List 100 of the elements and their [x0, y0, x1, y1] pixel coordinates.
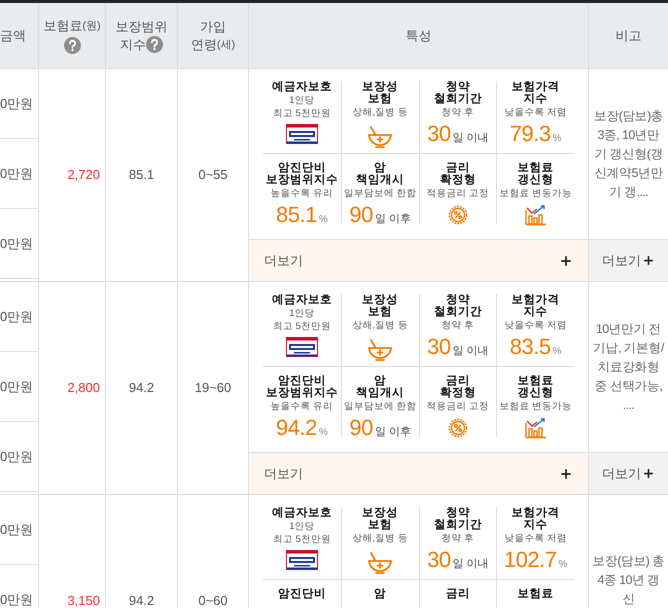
plus-icon [559, 254, 573, 268]
column-header: 금액 [0, 26, 26, 44]
feature-title: 보장성 보험 [362, 507, 398, 531]
protection-badge-icon [286, 337, 318, 357]
value-number: 79.3 [510, 121, 551, 147]
plus-icon [559, 466, 573, 480]
amount-cell-text: 0만원 [0, 520, 34, 539]
feature-caption: 높을수록 유리 [270, 187, 334, 200]
feature-caption: 적용금리 고정 [426, 187, 490, 200]
value-number: 90 [349, 202, 373, 228]
value-unit: % [552, 132, 562, 146]
column-header: 보험료 [43, 16, 82, 35]
column-header: 비고 [616, 26, 642, 44]
value-unit: 일 이내 [452, 344, 489, 359]
feature-caption: 1인당 최고 5천만원 [272, 520, 331, 546]
feature-caption: 낮을수록 저렴 [504, 106, 567, 119]
feature-title: 암 책임개시 [356, 162, 404, 186]
rising-chart-icon [524, 204, 547, 226]
protection-badge-icon [286, 550, 318, 570]
amount-cell-text: 0만원 [0, 234, 34, 253]
premium-cell-text: 3,150 [67, 592, 100, 608]
index-cell-text: 94.2 [128, 379, 154, 398]
feature-title: 청약 철회기간 [434, 294, 482, 318]
feature-title: 보험가격 지수 [512, 81, 560, 105]
feature-title: 암 [374, 588, 386, 600]
value-number: 30 [427, 121, 451, 147]
note-more-button[interactable]: 더보기 [589, 452, 668, 494]
mortar-icon [367, 551, 394, 575]
feature-title: 보험가격 지수 [512, 507, 560, 531]
feature-title: 암진단비 [278, 588, 326, 600]
feature-title: 보험료 [518, 588, 554, 600]
value-number: 90 [349, 415, 373, 441]
value-number: 83.5 [510, 334, 551, 360]
feature-caption: 보험료 변동가능 [499, 187, 572, 200]
plus-icon [642, 467, 655, 480]
amount-cell-text: 0만원 [0, 448, 34, 466]
index-cell-text: 85.1 [128, 166, 154, 184]
value-number: 85.1 [276, 202, 317, 228]
help-icon[interactable] [64, 37, 80, 54]
feature-caption: 상해,질병 등 [352, 319, 408, 332]
feature-caption: 일부담보에 한함 [344, 187, 416, 200]
column-header: 특성 [406, 26, 432, 44]
note-text: 보장(담보) 총 4종 10년 갱신 [592, 552, 665, 608]
rising-chart-icon [524, 417, 547, 439]
feature-title: 보험가격 지수 [512, 294, 560, 318]
index-cell-text: 94.2 [128, 592, 154, 608]
feature-caption: 낮을수록 저렴 [504, 532, 567, 545]
column-header: 보장범위 [116, 18, 168, 36]
more-row-button[interactable]: 더보기 [249, 239, 588, 281]
feature-caption: 청약 후 [442, 532, 474, 545]
help-icon[interactable] [146, 36, 163, 53]
feature-caption: 적용금리 고정 [426, 400, 490, 413]
feature-caption: 상해,질병 등 [352, 532, 408, 545]
amount-cell-text: 0만원 [0, 378, 34, 396]
feature-title: 암진단비 보장범위지수 [266, 162, 338, 186]
feature-caption: 높을수록 유리 [270, 400, 334, 413]
feature-title: 금리 확정형 [440, 375, 476, 399]
value-unit: % [558, 558, 568, 572]
feature-title: 금리 [446, 588, 470, 600]
value-unit: % [552, 345, 562, 359]
column-header: 지수 [120, 36, 146, 54]
feature-caption: 1인당 최고 5천만원 [272, 94, 331, 120]
feature-caption: 보험료 변동가능 [499, 400, 572, 413]
amount-cell-text: 0만원 [0, 164, 34, 183]
note-more-button[interactable]: 더보기 [589, 239, 668, 281]
feature-title: 암 책임개시 [356, 375, 404, 399]
feature-title: 보험료 갱신형 [518, 375, 554, 399]
note-text: 보장(담보)총3종, 10년만기 갱신형(갱신계약5년만기 갱.... [592, 108, 664, 200]
amount-cell-text: 0만원 [0, 94, 34, 113]
feature-title: 예금자보호 [272, 507, 332, 519]
value-unit: % [318, 426, 328, 440]
mortar-icon [367, 125, 394, 149]
feature-caption: 청약 후 [442, 106, 474, 119]
feature-caption: 1인당 최고 5천만원 [272, 307, 331, 333]
feature-title: 청약 철회기간 [434, 507, 482, 531]
feature-caption: 청약 후 [442, 319, 474, 332]
feature-title: 보험료 갱신형 [518, 162, 554, 186]
value-number: 102.7 [504, 547, 556, 573]
more-row-button[interactable]: 더보기 [249, 452, 588, 494]
mortar-icon [367, 338, 394, 362]
feature-title: 보장성 보험 [362, 81, 398, 105]
value-unit: % [318, 213, 328, 227]
age-cell-text: 0~55 [198, 166, 228, 184]
age-cell-text: 0~60 [198, 592, 228, 608]
protection-badge-icon [286, 124, 318, 144]
value-unit: 일 이내 [452, 557, 489, 572]
feature-title: 청약 철회기간 [434, 81, 482, 105]
feature-caption: 상해,질병 등 [352, 106, 408, 119]
unit-label: (세) [216, 38, 236, 52]
feature-title: 보장성 보험 [362, 294, 398, 318]
feature-title: 예금자보호 [272, 294, 332, 306]
value-unit: 일 이후 [374, 212, 411, 227]
premium-cell-text: 2,800 [67, 379, 100, 398]
value-number: 94.2 [276, 415, 317, 441]
amount-cell-text: 0만원 [0, 590, 34, 608]
value-number: 30 [427, 547, 451, 573]
feature-caption: 낮을수록 저렴 [504, 319, 567, 332]
feature-title: 금리 확정형 [440, 162, 476, 186]
feature-caption: 일부담보에 한함 [344, 400, 416, 413]
percent-seal-icon [448, 205, 468, 225]
